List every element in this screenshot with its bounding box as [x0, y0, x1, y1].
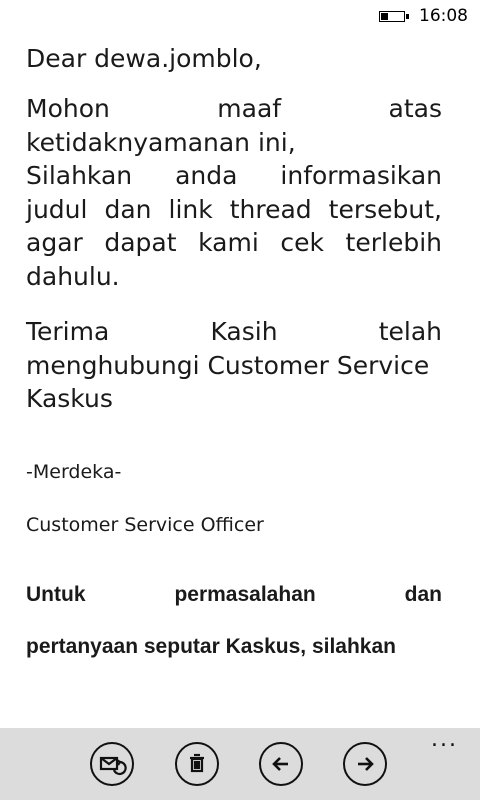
signature-name: -Merdeka- — [26, 460, 122, 483]
text-line: Mohon maaf atas — [26, 94, 442, 123]
support-note: Untuk permasalahan dan pertanyaan seputa… — [26, 569, 442, 673]
text-line: Silahkan anda informasikan — [26, 161, 442, 190]
text-line: dahulu. — [26, 261, 120, 291]
text-line: Terima Kasih telah — [26, 317, 442, 346]
text-line: judul dan link thread tersebut, — [26, 194, 442, 224]
paragraph-apology: Mohon maaf atas ketidaknyamanan ini, Sil… — [26, 92, 442, 293]
delete-button[interactable] — [175, 742, 219, 786]
text-line: pertanyaan seputar Kaskus, silahkan — [26, 634, 396, 658]
previous-button[interactable] — [259, 742, 303, 786]
more-options-button[interactable]: ... — [431, 729, 458, 751]
signature-title: Customer Service Officer — [26, 513, 264, 536]
email-body: Dear dewa.jomblo, Mohon maaf atas ketida… — [26, 38, 442, 673]
status-bar: 16:08 — [0, 0, 480, 32]
mark-unread-button[interactable] — [90, 742, 134, 786]
greeting: Dear dewa.jomblo, — [26, 44, 262, 73]
mark-unread-icon — [99, 756, 127, 776]
delete-icon — [190, 753, 204, 773]
app-bar: ... — [0, 728, 480, 800]
previous-icon — [272, 757, 288, 771]
text-line: Kaskus — [26, 384, 113, 413]
paragraph-thanks: Terima Kasih telah menghubungi Customer … — [26, 315, 442, 416]
text-line: Untuk permasalahan dan — [26, 582, 442, 606]
text-line: menghubungi Customer Service — [26, 350, 430, 380]
text-line: agar dapat kami cek terlebih — [26, 228, 442, 257]
next-button[interactable] — [343, 742, 387, 786]
text-line: ketidaknyamanan ini, — [26, 127, 296, 157]
next-icon — [358, 757, 374, 771]
clock: 16:08 — [419, 6, 468, 26]
battery-icon — [379, 10, 409, 22]
